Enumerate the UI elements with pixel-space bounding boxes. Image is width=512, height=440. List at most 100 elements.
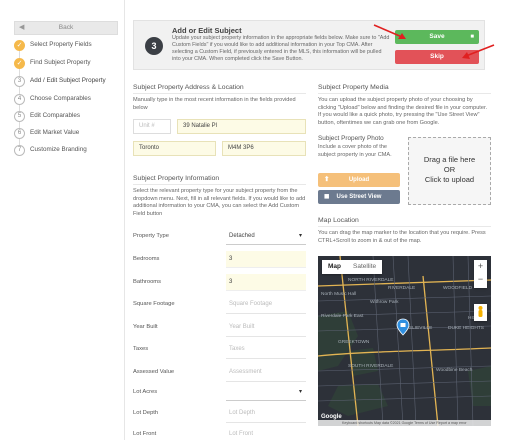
sidebar-step-7[interactable]: 7 Customize Branding [14, 145, 124, 157]
field-label: Lot Front [133, 431, 157, 437]
lot-depth-field[interactable]: Lot Depth [226, 405, 306, 422]
map-label: Withrow Park [370, 300, 399, 305]
step-badge: 3 [145, 37, 163, 55]
field-label: Assessed Value [133, 369, 175, 375]
caret-down-icon: ▾ [298, 233, 302, 239]
square-footage-field[interactable]: Square Footage [226, 296, 306, 313]
divider [133, 93, 306, 94]
upload-button[interactable]: ⬆ Upload [318, 173, 400, 187]
skip-label: Skip [430, 53, 444, 60]
year-built-field[interactable]: Year Built [226, 319, 306, 336]
street-view-button[interactable]: ◼ Use Street View [318, 190, 400, 204]
property-type-select[interactable]: Detached ▾ [226, 228, 306, 245]
field-label: Lot Depth [133, 410, 159, 416]
map-zoom-control: + − [474, 260, 487, 288]
check-icon [14, 40, 25, 51]
map-label: GREEKTOWN [338, 340, 370, 345]
lot-front-field[interactable]: Lot Front [226, 426, 306, 440]
assessed-value-field[interactable]: Assessment [226, 364, 306, 381]
map-canvas[interactable]: NORTH RIVERDALE North Music Hall RIVERDA… [318, 256, 491, 426]
divider [226, 381, 306, 382]
map-label: SOUTH RIVERDALE [348, 364, 394, 369]
city-field[interactable]: Toronto [133, 141, 216, 156]
sidebar-step-6[interactable]: 6 Edit Market Value [14, 128, 124, 140]
save-label: Save [429, 33, 445, 40]
upload-icon: ⬆ [324, 176, 330, 183]
step-label: Add / Edit Subject Property [30, 77, 106, 84]
taxes-field[interactable]: Taxes [226, 341, 306, 358]
map-type-tabs: Map Satellite [322, 260, 383, 274]
tab-map[interactable]: Map [322, 260, 347, 274]
field-label: Bedrooms [133, 256, 160, 262]
map-footer: Keyboard shortcuts Map data ©2021 Google… [318, 420, 491, 426]
address-section-title: Subject Property Address & Location [133, 84, 244, 91]
sidebar-step-2[interactable]: Find Subject Property [14, 58, 124, 70]
step-label: Edit Comparables [30, 112, 81, 119]
location-marker-icon[interactable] [396, 318, 410, 336]
zoom-out-button[interactable]: − [474, 273, 487, 286]
divider [226, 358, 306, 359]
divider [133, 184, 306, 185]
map-label: DUKE HEIGHTS [448, 326, 484, 331]
step-number: 6 [14, 128, 25, 139]
bathrooms-field[interactable]: 3 [226, 274, 306, 291]
map-label: WOODFIELD [443, 286, 473, 291]
map-label: Riverdale Park East [321, 314, 364, 319]
map-label: North Music Hall [321, 292, 357, 297]
step-header: 3 Add or Edit Subject Update your subjec… [133, 20, 485, 70]
dropzone-line: Drag a file here [423, 155, 476, 164]
map-label: RIVERDALE [388, 286, 416, 291]
media-section-title: Subject Property Media [318, 84, 389, 91]
caret-down-icon: ▾ [298, 389, 302, 395]
back-button[interactable]: ◀ Back [14, 21, 118, 35]
divider [318, 226, 491, 227]
annotation-arrow-icon [462, 44, 495, 59]
divider [226, 313, 306, 314]
divider [226, 422, 306, 423]
photo-help: Include a cover photo of the subject pro… [318, 144, 392, 158]
address-help: Manually type in the most recent informa… [133, 97, 296, 111]
field-label: Taxes [133, 346, 149, 352]
lot-acres-select[interactable]: ▾ [226, 384, 306, 401]
info-section-title: Subject Property Information [133, 175, 220, 182]
page-title: Add or Edit Subject [172, 26, 242, 35]
unit-field[interactable]: Unit # [133, 119, 171, 134]
street-view-pegman-icon[interactable] [474, 304, 487, 321]
postal-code-field[interactable]: M4M 3P6 [222, 141, 306, 156]
divider [318, 93, 491, 94]
file-dropzone[interactable]: Drag a file here OR Click to upload [408, 137, 491, 205]
step-label: Edit Market Value [30, 129, 80, 136]
divider [226, 336, 306, 337]
select-value: Detached [229, 233, 255, 239]
map-label: NORTH RIVERDALE [348, 278, 394, 283]
street-field[interactable]: 39 Natalie Pl [177, 119, 306, 134]
sidebar-step-3[interactable]: 3 Add / Edit Subject Property [14, 76, 124, 88]
upload-label: Upload [348, 177, 370, 183]
sidebar-step-4[interactable]: 4 Choose Comparables [14, 94, 124, 106]
street-view-label: Use Street View [336, 194, 382, 200]
bedrooms-field[interactable]: 3 [226, 251, 306, 268]
sidebar-step-1[interactable]: Select Property Fields [14, 40, 124, 52]
step-number: 4 [14, 94, 25, 105]
sidebar-step-5[interactable]: 5 Edit Comparables [14, 111, 124, 123]
back-label: Back [58, 24, 74, 31]
map-help: You can drag the map marker to the locat… [318, 230, 486, 244]
step-number: 3 [14, 76, 25, 87]
annotation-arrow-icon [373, 24, 406, 39]
field-label: Year Built [133, 324, 158, 330]
field-label: Property Type [133, 233, 169, 239]
app-root: ◀ Back Select Property Fields Find Subje… [0, 0, 512, 440]
field-label: Square Footage [133, 301, 175, 307]
field-label: Bathrooms [133, 279, 162, 285]
zoom-in-button[interactable]: + [474, 260, 487, 273]
tab-satellite[interactable]: Satellite [347, 260, 382, 274]
step-label: Customize Branding [30, 146, 87, 153]
sidebar: ◀ Back Select Property Fields Find Subje… [0, 0, 125, 440]
step-number: 7 [14, 145, 25, 156]
pegman-icon [478, 306, 483, 317]
step-number: 5 [14, 111, 25, 122]
photo-title: Subject Property Photo [318, 135, 384, 142]
dropzone-line: Click to upload [424, 175, 475, 184]
check-icon [14, 58, 25, 69]
step-label: Choose Comparables [30, 95, 91, 102]
